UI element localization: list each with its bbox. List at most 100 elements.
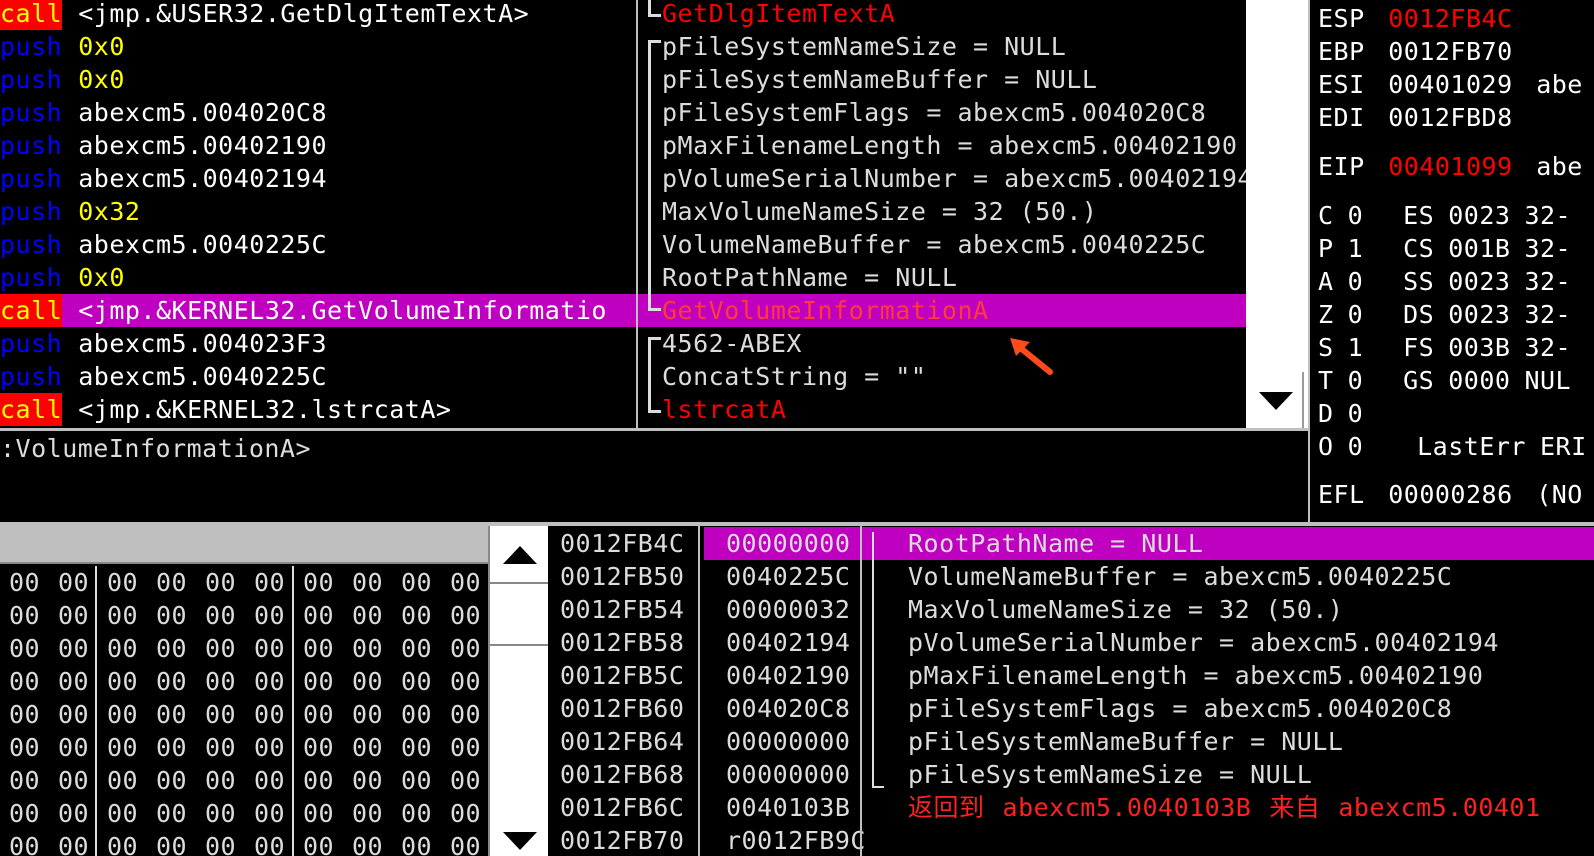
register-efl[interactable]: EFL 00000286 (NO [1318, 478, 1583, 511]
stack-row[interactable]: 0012FB70 r0012FB9C [552, 824, 1594, 856]
disassembly-scrollbar[interactable] [1246, 0, 1308, 428]
register-eip[interactable]: EIP 00401099 abe [1318, 150, 1583, 183]
disasm-row[interactable]: push abexcm5.00402194 [0, 162, 636, 195]
dump-row[interactable]: 00 00 00 00 00 00 00 00 00 00 [0, 665, 488, 698]
disasm-mnemonic: push [0, 263, 63, 292]
stack-row[interactable]: 0012FB5C 00402190 pMaxFilenameLength = abe… [552, 659, 1594, 692]
disasm-row[interactable]: push abexcm5.0040225C [0, 360, 636, 393]
comments-pane[interactable]: GetDlgItemTextA pFileSystemNameSize = NUL… [638, 0, 1246, 428]
dump-row[interactable]: 00 00 00 00 00 00 00 00 00 00 [0, 830, 488, 856]
dump-byte: 00 [302, 667, 335, 696]
disasm-row[interactable]: call <jmp.&KERNEL32.GetVolumeInformatio [0, 294, 636, 327]
flag-row[interactable]: S 1 FS 003B 32- [1318, 331, 1571, 364]
scroll-up-arrow-icon[interactable] [503, 546, 537, 564]
disasm-row[interactable]: push 0x0 [0, 63, 636, 96]
dump-byte: 00 [400, 568, 433, 597]
scroll-down-arrow-icon[interactable] [1259, 392, 1293, 410]
dump-row[interactable]: 00 00 00 00 00 00 00 00 00 00 [0, 731, 488, 764]
dump-row[interactable]: 00 00 00 00 00 00 00 00 00 00 [0, 764, 488, 797]
registers-divider[interactable] [1308, 0, 1310, 522]
disasm-operand: abexcm5.0040225C [78, 230, 328, 259]
comment-row[interactable]: pFileSystemNameBuffer = NULL [638, 63, 1246, 96]
disasm-info-divider[interactable] [0, 428, 1308, 431]
stack-row[interactable]: 0012FB4C 00000000 RootPathName = NULL [552, 527, 1594, 560]
dump-row[interactable]: 00 00 00 00 00 00 00 00 00 00 [0, 632, 488, 665]
stack-value: 00000000 [726, 727, 851, 756]
dump-byte: 00 [351, 700, 384, 729]
register-ebp[interactable]: EBP 0012FB70 [1318, 35, 1513, 68]
comment-row[interactable]: RootPathName = NULL [638, 261, 1246, 294]
disasm-mnemonic: push [0, 329, 63, 358]
stack-row[interactable]: 0012FB50 0040225C VolumeNameBuffer = abexc… [552, 560, 1594, 593]
dump-byte: 00 [449, 733, 482, 762]
stack-value: 004020C8 [726, 694, 851, 723]
disassembly-pane[interactable]: call <jmp.&USER32.GetDlgItemTextA> push 0x0… [0, 0, 636, 428]
dump-row[interactable]: 00 00 00 00 00 00 00 00 00 00 [0, 698, 488, 731]
disasm-operand: abexcm5.0040225C [78, 362, 328, 391]
register-esp[interactable]: ESP 0012FB4C [1318, 2, 1513, 35]
disasm-row[interactable]: push abexcm5.004023F3 [0, 327, 636, 360]
dump-byte: 00 [351, 634, 384, 663]
comment-text: pVolumeSerialNumber = abexcm5.00402194 [662, 164, 1246, 193]
disasm-row[interactable]: push 0x0 [0, 261, 636, 294]
comment-row[interactable]: pFileSystemFlags = abexcm5.004020C8 [638, 96, 1246, 129]
flag-row[interactable]: Z 0 DS 0023 32- [1318, 298, 1571, 331]
dump-byte: 00 [400, 832, 433, 856]
disasm-row[interactable]: push 0x32 [0, 195, 636, 228]
comment-row[interactable]: GetVolumeInformationA [638, 294, 1246, 327]
dump-byte: 00 [253, 634, 286, 663]
comment-row[interactable]: MaxVolumeNameSize = 32 (50.) [638, 195, 1246, 228]
disasm-row[interactable]: push abexcm5.00402190 [0, 129, 636, 162]
disasm-row[interactable]: call <jmp.&KERNEL32.lstrcatA> [0, 393, 636, 426]
comment-row[interactable]: lstrcatA [638, 393, 1246, 426]
dump-byte: 00 [204, 766, 237, 795]
stack-comment: pFileSystemNameSize = NULL [908, 760, 1313, 789]
comment-row[interactable]: GetDlgItemTextA [638, 0, 1246, 30]
flag-row[interactable]: C 0 ES 0023 32- [1318, 199, 1571, 232]
register-esp-value: 0012FB4C [1388, 4, 1513, 33]
dump-row[interactable]: 00 00 00 00 00 00 00 00 00 00 [0, 566, 488, 599]
dump-row[interactable]: 00 00 00 00 00 00 00 00 00 00 [0, 797, 488, 830]
dump-pane[interactable]: 00 00 00 00 00 00 00 00 00 00 00 00 00 00 00 00 00 00 00 00… [0, 526, 548, 856]
comment-text: pFileSystemFlags = abexcm5.004020C8 [662, 98, 1207, 127]
stack-column-divider [860, 526, 862, 856]
disasm-row[interactable]: push abexcm5.0040225C [0, 228, 636, 261]
stack-row[interactable]: 0012FB60 004020C8 pFileSystemFlags = abexc… [552, 692, 1594, 725]
registers-pane[interactable]: ESP 0012FB4C EBP 0012FB70 ESI 00401029 a… [1318, 0, 1594, 522]
stack-row[interactable]: 0012FB6C 0040103B 返回到 abexcm5.0040103B 来自 abe… [552, 791, 1594, 824]
stack-address: 0012FB70 [560, 826, 685, 855]
dump-scrollbar[interactable] [488, 526, 548, 856]
disasm-operand: abexcm5.00402190 [78, 131, 328, 160]
flag-row[interactable]: D0 [1318, 397, 1431, 430]
stack-row[interactable]: 0012FB68 00000000 pFileSystemNameSize = NU… [552, 758, 1594, 791]
disasm-row[interactable]: call <jmp.&USER32.GetDlgItemTextA> [0, 0, 636, 30]
dump-byte: 00 [400, 667, 433, 696]
flag-row[interactable]: T 0 GS 0000 NUL [1318, 364, 1571, 397]
dump-byte: 00 [400, 799, 433, 828]
flag-row[interactable]: O 0 LastErr ERI [1318, 430, 1587, 463]
stack-value: 00000032 [726, 595, 851, 624]
stack-pane[interactable]: 0012FB4C 00000000 RootPathName = NULL 0012F… [552, 526, 1594, 856]
flag-row[interactable]: P 1 CS 001B 32- [1318, 232, 1571, 265]
dump-byte: 00 [8, 832, 41, 856]
stack-row[interactable]: 0012FB58 00402194 pVolumeSerialNumber = ab… [552, 626, 1594, 659]
comment-row[interactable]: pFileSystemNameSize = NULL [638, 30, 1246, 63]
comment-row[interactable]: pMaxFilenameLength = abexcm5.00402190 [638, 129, 1246, 162]
disasm-row[interactable]: push 0x0 [0, 30, 636, 63]
dump-byte: 00 [302, 700, 335, 729]
comment-row[interactable]: ConcatString = "" [638, 360, 1246, 393]
scroll-down-arrow-icon[interactable] [503, 832, 537, 850]
dump-row[interactable]: 00 00 00 00 00 00 00 00 00 00 [0, 599, 488, 632]
dump-column-divider [95, 566, 97, 856]
comment-row[interactable]: pVolumeSerialNumber = abexcm5.00402194 [638, 162, 1246, 195]
dump-byte: 00 [253, 766, 286, 795]
flag-row[interactable]: A 0 SS 0023 32- [1318, 265, 1571, 298]
register-edi[interactable]: EDI 0012FBD8 [1318, 101, 1513, 134]
disasm-row[interactable]: push abexcm5.004020C8 [0, 96, 636, 129]
stack-row[interactable]: 0012FB54 00000032 MaxVolumeNameSize = 32 (… [552, 593, 1594, 626]
register-esi[interactable]: ESI 00401029 abe [1318, 68, 1583, 101]
stack-row[interactable]: 0012FB64 00000000 pFileSystemNameBuffer = … [552, 725, 1594, 758]
comment-row[interactable]: 4562-ABEX [638, 327, 1246, 360]
comment-row[interactable]: VolumeNameBuffer = abexcm5.0040225C [638, 228, 1246, 261]
dump-header[interactable] [0, 526, 488, 564]
